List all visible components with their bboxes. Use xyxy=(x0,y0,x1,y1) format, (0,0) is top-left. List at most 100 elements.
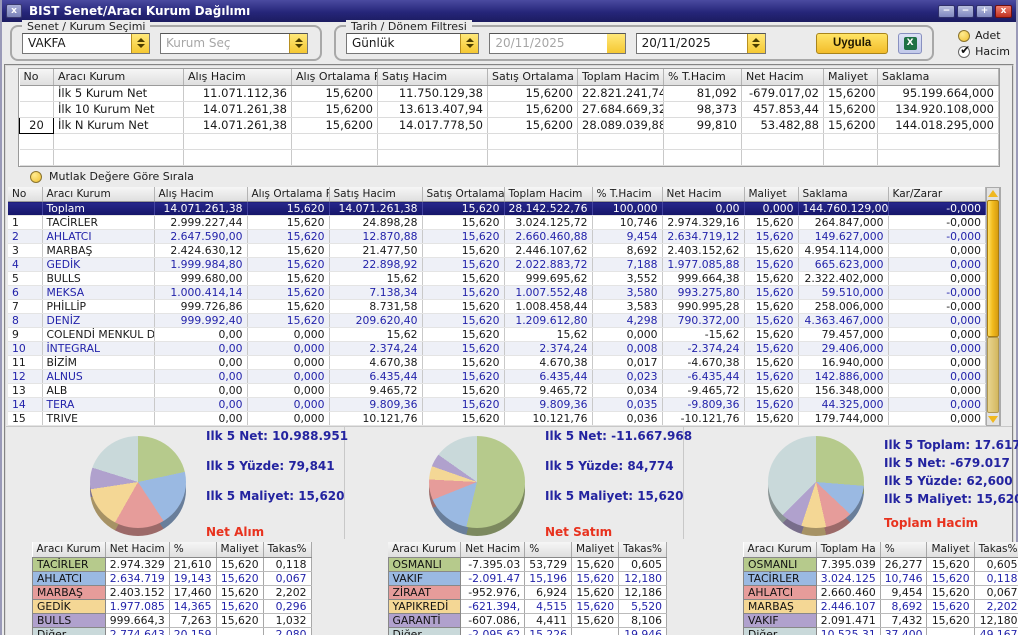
column-header[interactable]: Alış Hacim xyxy=(183,69,292,86)
column-header[interactable]: Saklama xyxy=(798,186,889,202)
column-header[interactable]: Maliyet xyxy=(571,542,620,558)
column-header[interactable]: Aracı Kurum xyxy=(42,186,155,202)
scrollbar-thumb[interactable] xyxy=(987,199,1000,338)
scroll-down-icon[interactable] xyxy=(987,413,999,425)
column-header[interactable]: Alış Hacim xyxy=(154,186,248,202)
column-header[interactable]: Maliyet xyxy=(823,69,878,86)
senet-dropdown-arrow-icon[interactable] xyxy=(131,33,149,53)
period-select[interactable]: Günlük xyxy=(346,32,480,54)
table-row[interactable]: TACİRLER 3.024.125 10,746 15,620 0,118 xyxy=(743,570,1018,586)
vertical-scrollbar[interactable] xyxy=(986,186,1001,426)
kurum-select[interactable]: Kurum Seç xyxy=(160,32,308,54)
date-to-input[interactable]: 20/11/2025 xyxy=(635,32,766,54)
shade-button[interactable]: − xyxy=(938,4,955,18)
column-header[interactable]: % xyxy=(169,542,217,558)
table-row[interactable]: 13 ALB 0,00 0,000 9.465,72 15,620 9.465,72 0,03… xyxy=(8,383,987,398)
column-header[interactable]: Alış Ortalama Fiy xyxy=(247,186,330,202)
apply-button[interactable]: Uygula xyxy=(815,32,889,54)
column-header[interactable]: % T.Hacim xyxy=(592,186,663,202)
close-button[interactable]: x xyxy=(995,4,1012,18)
column-header[interactable]: Net Hacim xyxy=(741,69,824,86)
table-row[interactable]: 15 TRIVE 0,00 0,000 10.121,76 15,620 10.121,76… xyxy=(8,411,987,426)
table-row[interactable]: 5 BULLS 999.680,00 15,620 15,62 15,620 999.695… xyxy=(8,271,987,286)
table-row[interactable]: 12 ALNUS 0,00 0,000 6.435,44 15,620 6.435,44 0,… xyxy=(8,369,987,384)
column-header[interactable]: Aracı Kurum xyxy=(743,542,817,558)
table-row[interactable]: YAPIKREDİ -621.394, 4,515 15,620 5,520 xyxy=(387,598,668,614)
column-header[interactable]: Toplam Hacim xyxy=(577,69,664,86)
kurum-dropdown-arrow-icon[interactable] xyxy=(289,33,307,53)
table-row[interactable]: Diğer 10.525.31 37,400 49,167 xyxy=(743,626,1018,635)
total-row-selected[interactable]: Toplam 14.071.261,38 15,620 14.071.261,38 15… xyxy=(8,201,987,216)
table-row[interactable]: BULLS 999.664,3 7,263 15,620 1,032 xyxy=(32,612,312,628)
column-header[interactable]: Maliyet xyxy=(926,542,975,558)
column-header[interactable]: Aracı Kurum xyxy=(53,69,184,86)
column-header[interactable]: Net Hacim xyxy=(662,186,745,202)
table-row[interactable]: AHLATCI 2.660.460 9,454 15,620 0,067 xyxy=(743,584,1018,600)
period-dropdown-arrow-icon[interactable] xyxy=(460,33,479,53)
scroll-up-icon[interactable] xyxy=(987,188,999,200)
column-header[interactable]: Satış Hacim xyxy=(329,186,423,202)
column-header[interactable]: Net Hacim xyxy=(105,542,170,558)
column-header[interactable]: No xyxy=(19,69,54,86)
minimize-button[interactable]: − xyxy=(957,4,974,18)
table-row[interactable]: Diğer -2.095.62 15,226 19,946 xyxy=(387,626,668,635)
date-to-spinner-icon[interactable] xyxy=(746,33,765,53)
n-kurum-input[interactable]: 20 xyxy=(19,116,54,134)
table-row[interactable]: AHLATCI 2.634.719 19,143 15,620 0,067 xyxy=(32,570,312,586)
table-row[interactable]: 4 GEDİK 1.999.984,80 15,620 22.898,92 15,620 2… xyxy=(8,257,987,272)
table-row[interactable]: TACİRLER 2.974.329 21,610 15,620 0,118 xyxy=(32,556,312,572)
column-header[interactable]: Saklama xyxy=(877,69,999,86)
column-header[interactable]: % xyxy=(880,542,928,558)
table-row[interactable]: İlk 5 Kurum Net 11.071.112,36 15,6200 11.75… xyxy=(19,85,999,102)
adet-radio-icon[interactable] xyxy=(958,29,971,42)
table-row[interactable]: OSMANLI 7.395.039 26,277 15,620 0,605 xyxy=(743,556,1018,572)
table-row[interactable]: 20 İlk N Kurum Net 14.071.261,38 15,6200 14.… xyxy=(19,116,999,134)
table-row[interactable]: 14 TERA 0,00 0,000 9.809,36 15,620 9.809,36 0,0… xyxy=(8,397,987,412)
table-row[interactable]: 3 MARBAŞ 2.424.630,12 15,620 21.477,50 15,620… xyxy=(8,243,987,258)
hacim-radio-checked-icon[interactable] xyxy=(958,43,970,58)
column-header[interactable]: Maliyet xyxy=(216,542,264,558)
table-row[interactable]: VAKIF -2.091.47 15,196 15,620 12,180 xyxy=(387,570,668,586)
table-row[interactable]: 1 TACİRLER 2.999.227,44 15,620 24.898,28 15,6… xyxy=(8,215,987,230)
column-header[interactable]: Satış Hacim xyxy=(377,69,488,86)
table-row[interactable]: 2 AHLATCI 2.647.590,00 15,620 12.870,88 15,62… xyxy=(8,229,987,244)
table-row[interactable]: 8 DENİZ 999.992,40 15,620 209.620,40 15,620 1.… xyxy=(8,313,987,328)
senet-select[interactable]: VAKFA xyxy=(22,32,150,54)
table-row[interactable]: 6 MEKSA 1.000.414,14 15,620 7.138,34 15,620 1.… xyxy=(8,285,987,300)
column-header[interactable]: % xyxy=(524,542,573,558)
column-header[interactable]: Aracı Kurum xyxy=(388,542,462,558)
table-row[interactable]: VAKIF 2.091.471 7,432 15,620 12,180 xyxy=(743,612,1018,628)
table-row[interactable]: 7 PHİLLİP 999.726,86 15,620 8.731,58 15,620 1.… xyxy=(8,299,987,314)
table-row[interactable]: GEDİK 1.977.085 14,365 15,620 0,296 xyxy=(32,598,312,614)
column-header[interactable]: Takas% xyxy=(618,542,668,558)
column-header[interactable]: Takas% xyxy=(974,542,1018,558)
table-row[interactable]: MARBAŞ 2.446.107 8,692 15,620 2,202 xyxy=(743,598,1018,614)
column-header[interactable]: No xyxy=(8,186,43,202)
column-header[interactable]: Takas% xyxy=(263,542,312,558)
table-row[interactable]: GARANTİ -607.086, 4,411 15,620 8,106 xyxy=(387,612,668,628)
column-header[interactable]: Maliyet xyxy=(744,186,799,202)
sort-radio-icon[interactable] xyxy=(30,170,42,183)
excel-export-button[interactable]: X xyxy=(898,32,922,54)
table-row[interactable]: OSMANLI -7.395.03 53,729 15,620 0,605 xyxy=(387,556,668,572)
column-header[interactable]: Alış Ortalama Fiyat xyxy=(291,69,378,86)
table-row[interactable]: 11 BİZİM 0,00 0,000 4.670,38 15,620 4.670,38 0,… xyxy=(8,355,987,370)
table-row[interactable]: ZİRAAT -952.976, 6,924 15,620 12,186 xyxy=(387,584,668,600)
date-from-input[interactable]: 20/11/2025 xyxy=(489,32,626,54)
column-header[interactable]: Net Hacim xyxy=(460,542,526,558)
table-row[interactable]: MARBAŞ 2.403.152 17,460 15,620 2,202 xyxy=(32,584,312,600)
column-header[interactable]: Satış Ortalama Fiyat xyxy=(487,69,578,86)
column-header[interactable]: Kar/Zarar xyxy=(888,186,987,202)
table-row[interactable]: 9 COLENDİ MENKUL DE 0,00 0,000 15,62 15,620 15… xyxy=(8,327,987,342)
maximize-button[interactable]: + xyxy=(976,4,993,18)
hacim-radio[interactable]: Hacim xyxy=(958,43,1010,58)
column-header[interactable]: Satış Ortalama Fi xyxy=(422,186,505,202)
table-row[interactable]: İlk 10 Kurum Net 14.071.261,38 15,6200 13.6… xyxy=(19,101,999,118)
column-header[interactable]: % T.Hacim xyxy=(663,69,742,86)
close-icon[interactable]: x xyxy=(6,4,22,18)
adet-radio[interactable]: Adet xyxy=(958,29,1010,42)
column-header[interactable]: Aracı Kurum xyxy=(32,542,106,558)
scrollbar-track[interactable] xyxy=(987,337,1000,413)
column-header[interactable]: Toplam Ha xyxy=(816,542,881,558)
column-header[interactable]: Toplam Hacim xyxy=(504,186,593,202)
